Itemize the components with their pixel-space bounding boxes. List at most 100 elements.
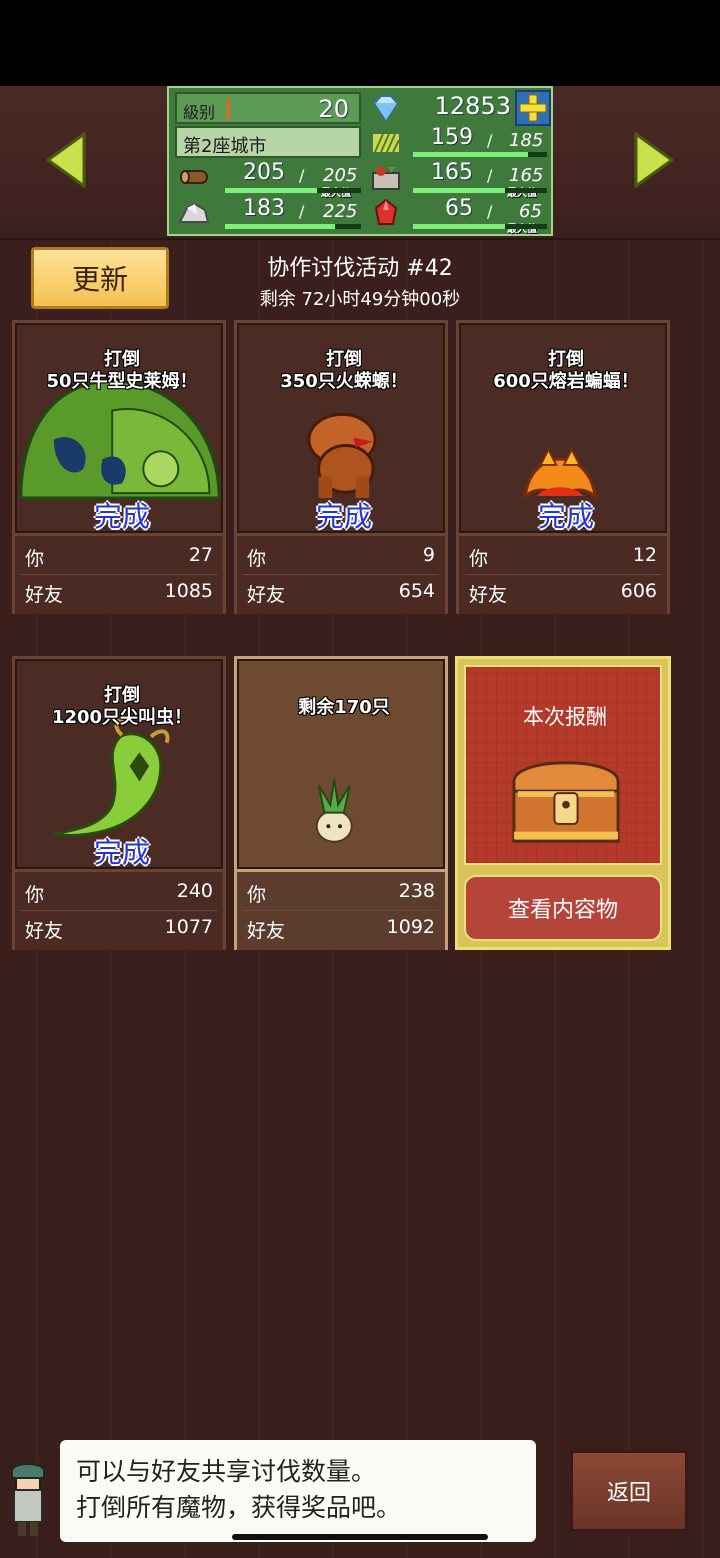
friends-count: 1092 [386,916,435,938]
quest-card-mandrake[interactable]: 剩余170只 你 238 好友 1092 [234,656,448,950]
row-divider [21,574,217,575]
wood-icon [180,170,208,184]
ore-current: 183 [243,196,285,221]
wood-bar-fill [225,188,317,193]
quest-heading-line1: 剩余170只 [298,697,390,718]
friends-label: 好友 [25,920,64,942]
friends-count: 1085 [164,580,213,602]
wheat-current: 159 [431,125,473,150]
refresh-button[interactable]: 更新 [31,247,169,309]
quest-stats: 你 12 好友 606 [456,536,670,614]
friends-label: 好友 [469,584,508,606]
ruby-icon [374,198,398,225]
food-bar-fill [413,188,505,193]
quest-card-image-area: 打倒 600只熔岩蝙蝠！ 完成 [456,320,670,536]
friends-count: 606 [620,580,657,602]
top-bar: 級别 20 第2座城市 12853 159 / 185 205 / 205 最大… [0,86,720,240]
arrow-right-icon[interactable] [634,132,674,188]
quest-status: 完成 [93,500,150,533]
ruby-max: 65 [519,201,542,222]
diamond-icon [373,95,399,122]
you-label: 你 [25,884,45,906]
arrow-left-icon[interactable] [46,132,86,188]
quest-card-image-area: 打倒 1200只尖叫虫！ 完成 [12,656,226,872]
you-label: 你 [247,884,267,906]
wheat-separator: / [487,131,493,150]
friends-count: 1077 [164,916,213,938]
quest-heading-line2: 350只火蝾螈！ [280,371,408,392]
quest-card-image-area: 打倒 50只牛型史莱姆！ 完成 [12,320,226,536]
quest-status: 完成 [315,500,372,533]
friends-label: 好友 [247,920,286,942]
quest-status: 完成 [537,500,594,533]
quest-heading-line1: 打倒 [104,685,140,706]
reward-panel: 本次报酬 [464,665,662,865]
reward-title: 本次报酬 [523,705,607,729]
friends-label: 好友 [25,584,64,606]
quest-heading-line1: 打倒 [548,349,584,370]
quest-card-image-area: 剩余170只 [234,656,448,872]
back-button[interactable]: 返回 [570,1450,688,1532]
level-value: 20 [318,95,349,123]
you-count: 240 [176,880,213,902]
level-label: 級别 [183,103,216,122]
quest-heading-line2: 600只熔岩蝙蝠！ [493,371,639,392]
you-count: 9 [422,544,435,566]
dialog-line-1: 可以与好友共享讨伐数量。 [76,1457,377,1486]
gem-counter: 12853 [407,92,515,124]
quest-heading-line1: 打倒 [326,349,362,370]
city-name: 第2座城市 [183,136,267,157]
wheat-icon [373,133,400,153]
row-divider [21,910,217,911]
you-label: 你 [247,548,267,570]
mandrake-icon [315,779,353,843]
city-box[interactable]: 第2座城市 [175,126,361,158]
friends-label: 好友 [247,584,286,606]
status-bar [0,0,720,86]
you-count: 27 [188,544,213,566]
wood-current: 205 [243,160,285,185]
quest-heading-line1: 打倒 [104,349,140,370]
level-bar [227,98,230,120]
food-separator: / [487,166,493,185]
ore-icon [178,202,210,223]
plus-icon [519,94,547,122]
ore-bar-fill [225,224,335,229]
add-gems-button[interactable] [515,90,551,126]
quest-heading-line2: 50只牛型史莱姆！ [46,371,198,392]
wood-separator: / [299,166,305,185]
you-label: 你 [469,548,489,570]
quest-card-cow-slime[interactable]: 打倒 50只牛型史莱姆！ 完成 你 27 好友 1085 [12,320,226,614]
row-divider [243,574,439,575]
you-label: 你 [25,548,45,570]
view-contents-button[interactable]: 查看内容物 [464,875,662,941]
bottom-area: 可以与好友共享讨伐数量。 打倒所有魔物，获得奖品吧。 返回 [0,1440,720,1558]
quest-card-image-area: 打倒 350只火蝾螈！ 完成 [234,320,448,536]
row-divider [243,910,439,911]
food-icon [372,166,400,190]
quest-card-lava-bat[interactable]: 打倒 600只熔岩蝙蝠！ 完成 你 12 好友 606 [456,320,670,614]
wheat-bar-fill [413,152,528,157]
character-icon [11,1463,45,1536]
quest-heading-line2: 1200只尖叫虫！ [51,707,193,728]
quest-card-fire-salamander[interactable]: 打倒 350只火蝾螈！ 完成 你 9 好友 654 [234,320,448,614]
quest-status: 完成 [93,836,150,869]
ruby-separator: / [487,202,493,221]
row-divider [465,574,661,575]
treasure-chest-icon[interactable] [508,743,624,849]
event-title: 协作讨伐活动 #42 [267,256,453,281]
ore-max: 225 [323,201,358,222]
wheat-max: 185 [509,130,544,151]
reward-card: 本次报酬 查看内容物 [455,656,671,950]
dialog-line-2: 打倒所有魔物，获得奖品吧。 [76,1493,402,1522]
quest-card-screaming-worm[interactable]: 打倒 1200只尖叫虫！ 完成 你 240 好友 1077 [12,656,226,950]
you-count: 238 [398,880,435,902]
gem-value: 12853 [434,92,511,120]
quest-stats: 你 238 好友 1092 [234,872,448,950]
ruby-bar-fill [413,224,505,229]
food-max: 165 [509,165,544,186]
ore-separator: / [299,202,305,221]
quest-stats: 你 9 好友 654 [234,536,448,614]
event-remaining-time: 剩余 72小时49分钟00秒 [259,289,461,310]
home-indicator[interactable] [232,1534,488,1540]
